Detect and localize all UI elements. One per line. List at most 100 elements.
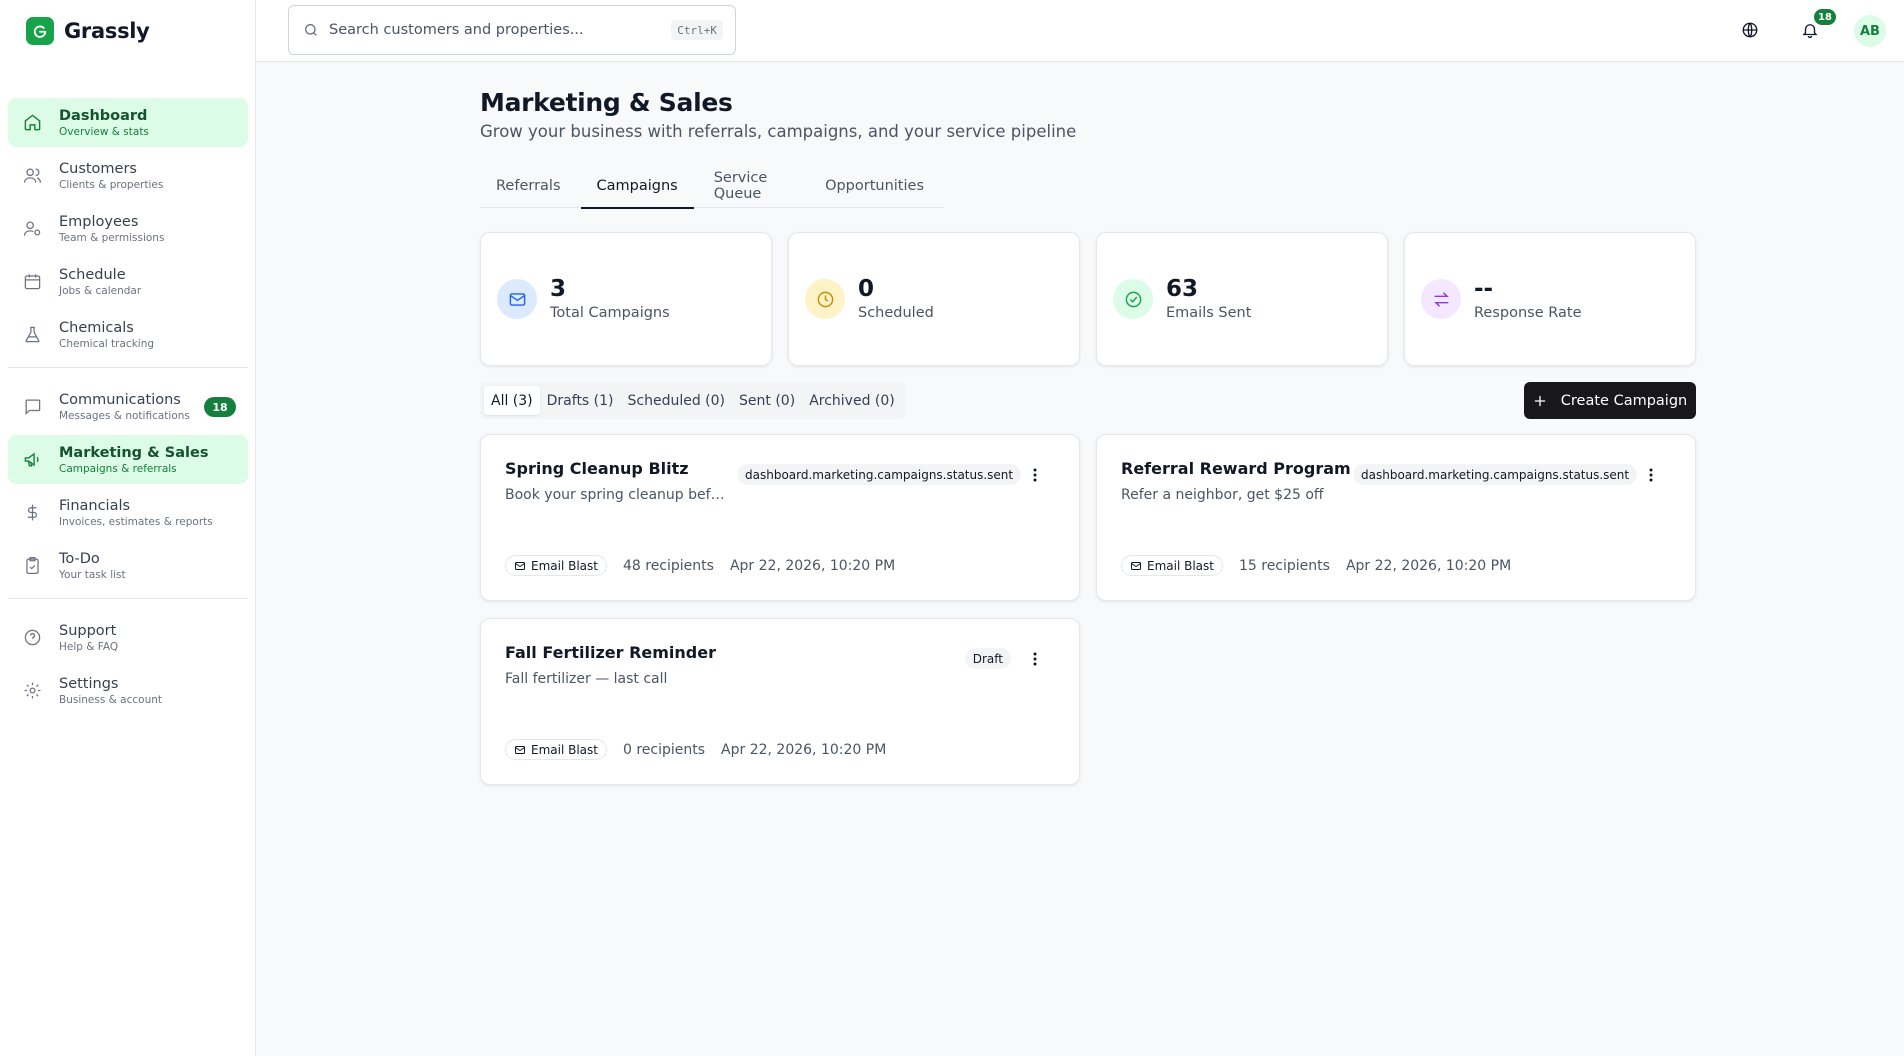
filter-all[interactable]: All (3) <box>484 386 540 415</box>
user-cog-icon <box>22 219 42 239</box>
section-tabs: Referrals Campaigns Service Queue Opport… <box>480 164 944 209</box>
mail-icon <box>514 560 526 572</box>
avatar[interactable]: AB <box>1854 15 1886 47</box>
sidebar-divider <box>8 598 248 599</box>
calendar-icon <box>22 272 42 292</box>
stat-value: 63 <box>1166 276 1199 302</box>
sidebar-item-label: To-Do <box>59 550 100 567</box>
sidebar-divider <box>8 367 248 368</box>
sidebar-item-support[interactable]: Support Help & FAQ <box>8 613 248 662</box>
sidebar-item-label: Chemicals <box>59 319 134 336</box>
mail-icon <box>497 279 537 319</box>
bell-icon[interactable]: 18 <box>1796 9 1836 44</box>
app-name: Grassly <box>64 19 150 43</box>
more-options-icon[interactable] <box>1027 466 1043 484</box>
sidebar-item-label: Support <box>59 622 117 639</box>
sidebar-item-sub: Team & permissions <box>59 231 165 244</box>
plus-icon <box>1533 394 1547 408</box>
grassly-logo-icon <box>26 17 54 45</box>
dollar-icon <box>22 503 42 523</box>
filter-drafts[interactable]: Drafts (1) <box>540 386 621 415</box>
sidebar-item-communications[interactable]: Communications Messages & notifications 1… <box>8 382 248 431</box>
campaign-type-badge: Email Blast <box>1121 555 1223 576</box>
sidebar-item-sub: Overview & stats <box>59 125 149 138</box>
stat-value: 3 <box>550 276 567 302</box>
campaign-type-badge: Email Blast <box>505 555 607 576</box>
campaign-card[interactable]: Referral Reward Program Refer a neighbor… <box>1096 434 1696 601</box>
create-campaign-label: Create Campaign <box>1560 392 1688 409</box>
sidebar-nav: Dashboard Overview & stats Customers Clien… <box>8 98 248 719</box>
campaign-card[interactable]: Spring Cleanup Blitz Book your spring cl… <box>480 434 1080 601</box>
status-badge: Draft <box>964 648 1011 669</box>
stat-label: Scheduled <box>858 305 934 321</box>
filter-sent[interactable]: Sent (0) <box>732 386 802 415</box>
brand[interactable]: Grassly <box>0 0 255 62</box>
campaign-date: Apr 22, 2026, 10:20 PM <box>721 741 887 758</box>
sidebar-item-label: Dashboard <box>59 107 148 124</box>
recipient-count: 0 recipients <box>622 741 706 758</box>
sidebar-item-customers[interactable]: Customers Clients & properties <box>8 151 248 200</box>
create-campaign-button[interactable]: Create Campaign <box>1524 382 1696 419</box>
sidebar-item-label: Customers <box>59 160 137 177</box>
tab-referrals[interactable]: Referrals <box>480 164 577 208</box>
stat-value: 0 <box>858 276 875 302</box>
campaign-description: Book your spring cleanup befor... <box>505 487 731 503</box>
tab-opportunities[interactable]: Opportunities <box>809 164 940 208</box>
sidebar-item-financials[interactable]: Financials Invoices, estimates & reports <box>8 488 248 537</box>
search-icon <box>303 22 319 38</box>
sidebar-item-sub: Invoices, estimates & reports <box>59 515 213 528</box>
sidebar-item-schedule[interactable]: Schedule Jobs & calendar <box>8 257 248 306</box>
sidebar-item-sub: Business & account <box>59 693 162 706</box>
globe-icon[interactable] <box>1736 16 1764 44</box>
stat-label: Total Campaigns <box>550 305 670 321</box>
sidebar-item-label: Settings <box>59 675 119 692</box>
status-badge: dashboard.marketing.campaigns.status.sen… <box>737 464 1022 485</box>
sidebar-item-sub: Messages & notifications <box>59 409 190 422</box>
clipboard-check-icon <box>22 556 42 576</box>
sidebar-item-sub: Chemical tracking <box>59 337 155 350</box>
sidebar-item-sub: Help & FAQ <box>59 640 119 653</box>
more-options-icon[interactable] <box>1643 466 1659 484</box>
campaign-type-label: Email Blast <box>1147 558 1214 573</box>
campaign-filter-tabs: All (3) Drafts (1) Scheduled (0) Sent (0… <box>480 382 906 419</box>
sidebar-item-sub: Campaigns & referrals <box>59 462 177 475</box>
flask-icon <box>22 325 42 345</box>
message-icon <box>22 397 42 417</box>
tab-campaigns[interactable]: Campaigns <box>580 164 694 209</box>
sidebar-item-employees[interactable]: Employees Team & permissions <box>8 204 248 253</box>
mail-icon <box>1130 560 1142 572</box>
filter-scheduled[interactable]: Scheduled (0) <box>621 386 733 415</box>
campaign-meta: Email Blast 15 recipients Apr 22, 2026, … <box>1121 555 1511 576</box>
notification-count-badge: 18 <box>1814 9 1836 25</box>
campaign-type-label: Email Blast <box>531 742 598 757</box>
more-options-icon[interactable] <box>1027 650 1043 668</box>
keyboard-shortcut: Ctrl+K <box>671 20 723 40</box>
sidebar-item-chemicals[interactable]: Chemicals Chemical tracking <box>8 310 248 359</box>
sidebar-item-label: Employees <box>59 213 139 230</box>
sidebar-item-label: Marketing & Sales <box>59 444 209 461</box>
campaign-date: Apr 22, 2026, 10:20 PM <box>1345 557 1512 574</box>
gear-icon <box>22 681 42 701</box>
campaign-date: Apr 22, 2026, 10:20 PM <box>729 557 896 574</box>
campaign-meta: Email Blast 48 recipients Apr 22, 2026, … <box>505 555 895 576</box>
sidebar-item-dashboard[interactable]: Dashboard Overview & stats <box>8 98 248 147</box>
campaign-title: Fall Fertilizer Reminder <box>505 643 716 662</box>
search-input[interactable]: Search customers and properties... Ctrl+… <box>288 5 736 55</box>
unread-count-badge: 18 <box>204 397 236 417</box>
help-circle-icon <box>22 628 42 648</box>
stat-card-emails-sent: 63 Emails Sent <box>1096 232 1388 366</box>
campaign-description: Refer a neighbor, get $25 off <box>1121 487 1324 503</box>
page-title: Marketing & Sales <box>480 88 733 117</box>
campaign-type-label: Email Blast <box>531 558 598 573</box>
check-circle-icon <box>1113 279 1153 319</box>
sidebar-item-todo[interactable]: To-Do Your task list <box>8 541 248 590</box>
campaign-card[interactable]: Fall Fertilizer Reminder Fall fertilizer… <box>480 618 1080 785</box>
home-icon <box>22 113 42 133</box>
sidebar-item-marketing-sales[interactable]: Marketing & Sales Campaigns & referrals <box>8 435 248 484</box>
tab-service-queue[interactable]: Service Queue <box>698 164 805 208</box>
stat-label: Emails Sent <box>1166 305 1252 321</box>
sidebar-item-settings[interactable]: Settings Business & account <box>8 666 248 715</box>
status-badge: dashboard.marketing.campaigns.status.sen… <box>1353 464 1638 485</box>
filter-archived[interactable]: Archived (0) <box>802 386 902 415</box>
sidebar: Grassly Dashboard Overview & stats Custom… <box>0 0 256 1056</box>
